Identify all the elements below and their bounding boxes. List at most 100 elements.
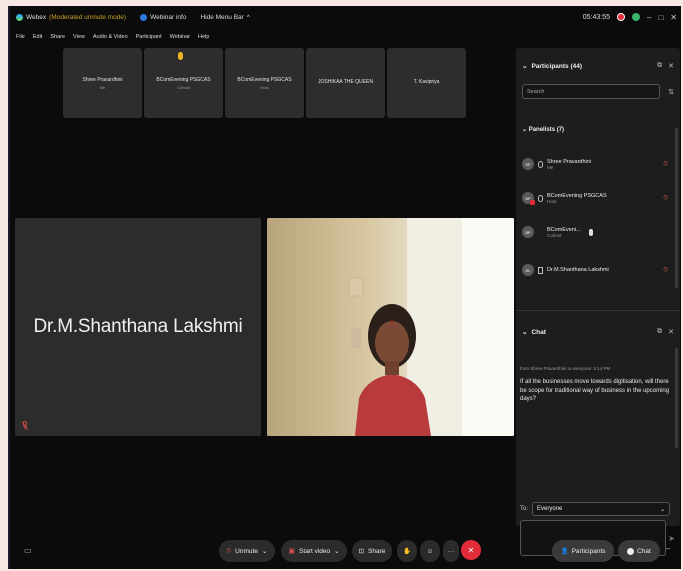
chevron-down-icon: ⌄ (659, 506, 666, 513)
active-speaker-tile[interactable]: Dr.M.Shanthana Lakshmi (15, 218, 261, 436)
panel-divider (516, 310, 680, 311)
phone-icon (538, 266, 543, 274)
participant-row[interactable]: SP Shree Pravardhini Me ⦸ (522, 152, 672, 176)
menu-view[interactable]: View (73, 34, 85, 40)
participant-role: Me (547, 164, 554, 170)
more-icon: ··· (447, 547, 455, 555)
title-bar: Webex (Moderated unmute mode) Webinar in… (10, 6, 681, 28)
titlebar-right: 05:43:55 – □ ✕ (583, 6, 677, 28)
camera-video-tile[interactable] (267, 218, 514, 436)
participant-row[interactable]: DL Dr.M.Shanthana Lakshmi ⦸ (522, 258, 672, 282)
leave-meeting-button[interactable]: ✕ (461, 540, 481, 560)
unmute-button[interactable]: ⦸ Unmute ⌄ (219, 540, 275, 562)
participants-scrollbar[interactable] (675, 128, 678, 288)
minimize-button[interactable]: – (647, 13, 651, 22)
side-panel: ⌄ Participants (44) ⧉ ✕ Search ⇅ ⌄ Panel… (516, 48, 680, 556)
participants-title: Participants (44) (531, 62, 583, 70)
host-badge-icon (530, 200, 535, 205)
thumbnail-name: T. Kavipriya (413, 79, 440, 85)
thumbnail-role: Host (260, 84, 269, 90)
raise-hand-button[interactable]: ✋ (397, 540, 417, 562)
chevron-down-icon: ⌄ (522, 63, 528, 70)
people-icon: 👤 (560, 548, 569, 555)
maximize-button[interactable]: □ (658, 13, 663, 22)
unmute-label: Unmute (235, 547, 258, 555)
menu-audio-video[interactable]: Audio & Video (93, 34, 128, 40)
mic-icon (538, 194, 543, 202)
menu-share[interactable]: Share (50, 34, 65, 40)
hide-menu-bar-button[interactable]: Hide Menu Bar ^ (200, 14, 249, 21)
thumbnail-tile[interactable]: BComEvening PSGCAS Cohost (144, 48, 223, 118)
chat-label: Chat (637, 547, 651, 555)
menu-bar: File Edit Share View Audio & Video Parti… (10, 30, 209, 44)
recording-icon[interactable] (617, 13, 625, 21)
to-label: To: (520, 506, 529, 512)
participant-info: BComEvening PSGCAS Host (547, 193, 607, 204)
thumbnail-name: BComEvening PSGCAS (156, 76, 211, 83)
close-panel-icon[interactable]: ✕ (668, 328, 674, 336)
recipient-select[interactable]: Everyone ⌄ (532, 502, 671, 516)
chevron-up-icon: ^ (246, 13, 250, 21)
panelists-header[interactable]: ⌄ Panelists (7) (522, 126, 564, 133)
thumbnail-tile[interactable]: JOSHIKAA THE QUEEN (306, 48, 385, 118)
chat-recipient-row: To: Everyone ⌄ (520, 502, 671, 516)
thumbnail-name: Shree Pravardhini (82, 76, 123, 83)
connection-status-icon[interactable] (632, 13, 640, 21)
captions-icon[interactable]: ▭ (24, 546, 32, 555)
popout-icon[interactable]: ⧉ (657, 328, 662, 336)
participant-role: Host (547, 198, 557, 204)
info-icon (140, 13, 148, 21)
recipient-value: Everyone (537, 506, 563, 512)
chat-icon (627, 547, 635, 555)
app-name-label: Webex (26, 13, 47, 21)
thumbnail-tile[interactable]: BComEvening PSGCAS Host (225, 48, 304, 118)
muted-mic-icon[interactable]: ⦸ (663, 194, 668, 202)
menu-edit[interactable]: Edit (33, 34, 42, 40)
avatar: DL (522, 264, 534, 276)
participants-header[interactable]: ⌄ Participants (44) (522, 62, 583, 71)
participants-label: Participants (571, 547, 606, 555)
chevron-down-icon: ⌄ (261, 548, 268, 555)
chat-message-meta: from Shree Pravardhini to everyone: 5:14… (520, 366, 611, 371)
chat-button[interactable]: Chat (618, 540, 660, 562)
participants-button[interactable]: 👤 Participants (552, 540, 614, 562)
webex-window: Webex (Moderated unmute mode) Webinar in… (8, 6, 681, 569)
chat-header[interactable]: ⌄ Chat (522, 328, 546, 337)
search-input[interactable]: Search (522, 84, 660, 99)
menu-help[interactable]: Help (198, 34, 209, 40)
more-options-button[interactable]: ··· (443, 540, 459, 562)
chat-tools: ⧉ ✕ (657, 328, 674, 336)
share-button[interactable]: ⊡ Share (352, 540, 392, 562)
close-panel-icon[interactable]: ✕ (668, 62, 674, 70)
muted-mic-icon[interactable]: ⦸ (663, 160, 668, 168)
meeting-timer: 05:43:55 (582, 13, 610, 21)
webinar-info-label: Webinar info (150, 13, 187, 21)
start-video-button[interactable]: ▣ Start video ⌄ (281, 540, 347, 562)
thumbnail-tile[interactable]: T. Kavipriya (387, 48, 466, 118)
popout-icon[interactable]: ⧉ (657, 62, 662, 70)
participant-info: Shree Pravardhini Me (547, 159, 591, 170)
webinar-info-button[interactable]: Webinar info (140, 13, 187, 21)
raised-hand-icon (178, 52, 183, 60)
share-icon: ⊡ (358, 548, 365, 555)
sort-icon[interactable]: ⇅ (668, 88, 674, 96)
participant-row[interactable]: BP BComEvening PSGCAS Host ⦸ (522, 186, 672, 210)
camera-feed-image (267, 218, 514, 436)
muted-mic-icon[interactable]: ⦸ (663, 266, 668, 274)
more-panels-icon[interactable]: – (666, 544, 670, 553)
menu-file[interactable]: File (16, 34, 25, 40)
thumbnail-tile[interactable]: Shree Pravardhini Me (63, 48, 142, 118)
webex-logo-icon (16, 13, 23, 21)
participant-info: BComEveni... Cohost (547, 227, 581, 238)
chat-scrollbar[interactable] (675, 348, 678, 448)
participant-row[interactable]: BP BComEveni... Cohost (522, 220, 672, 244)
mic-muted-icon: ⦸ (226, 547, 232, 554)
close-button[interactable]: ✕ (670, 13, 677, 22)
menu-webinar[interactable]: Webinar (170, 34, 190, 40)
menu-participant[interactable]: Participant (136, 34, 162, 40)
avatar: SP (522, 158, 534, 170)
mic-muted-icon (22, 421, 28, 430)
control-bar: ▭ ⦸ Unmute ⌄ ▣ Start video ⌄ ⊡ Share ✋ ☺… (10, 536, 681, 569)
reactions-button[interactable]: ☺ (420, 540, 440, 562)
hand-icon: ✋ (402, 548, 412, 555)
